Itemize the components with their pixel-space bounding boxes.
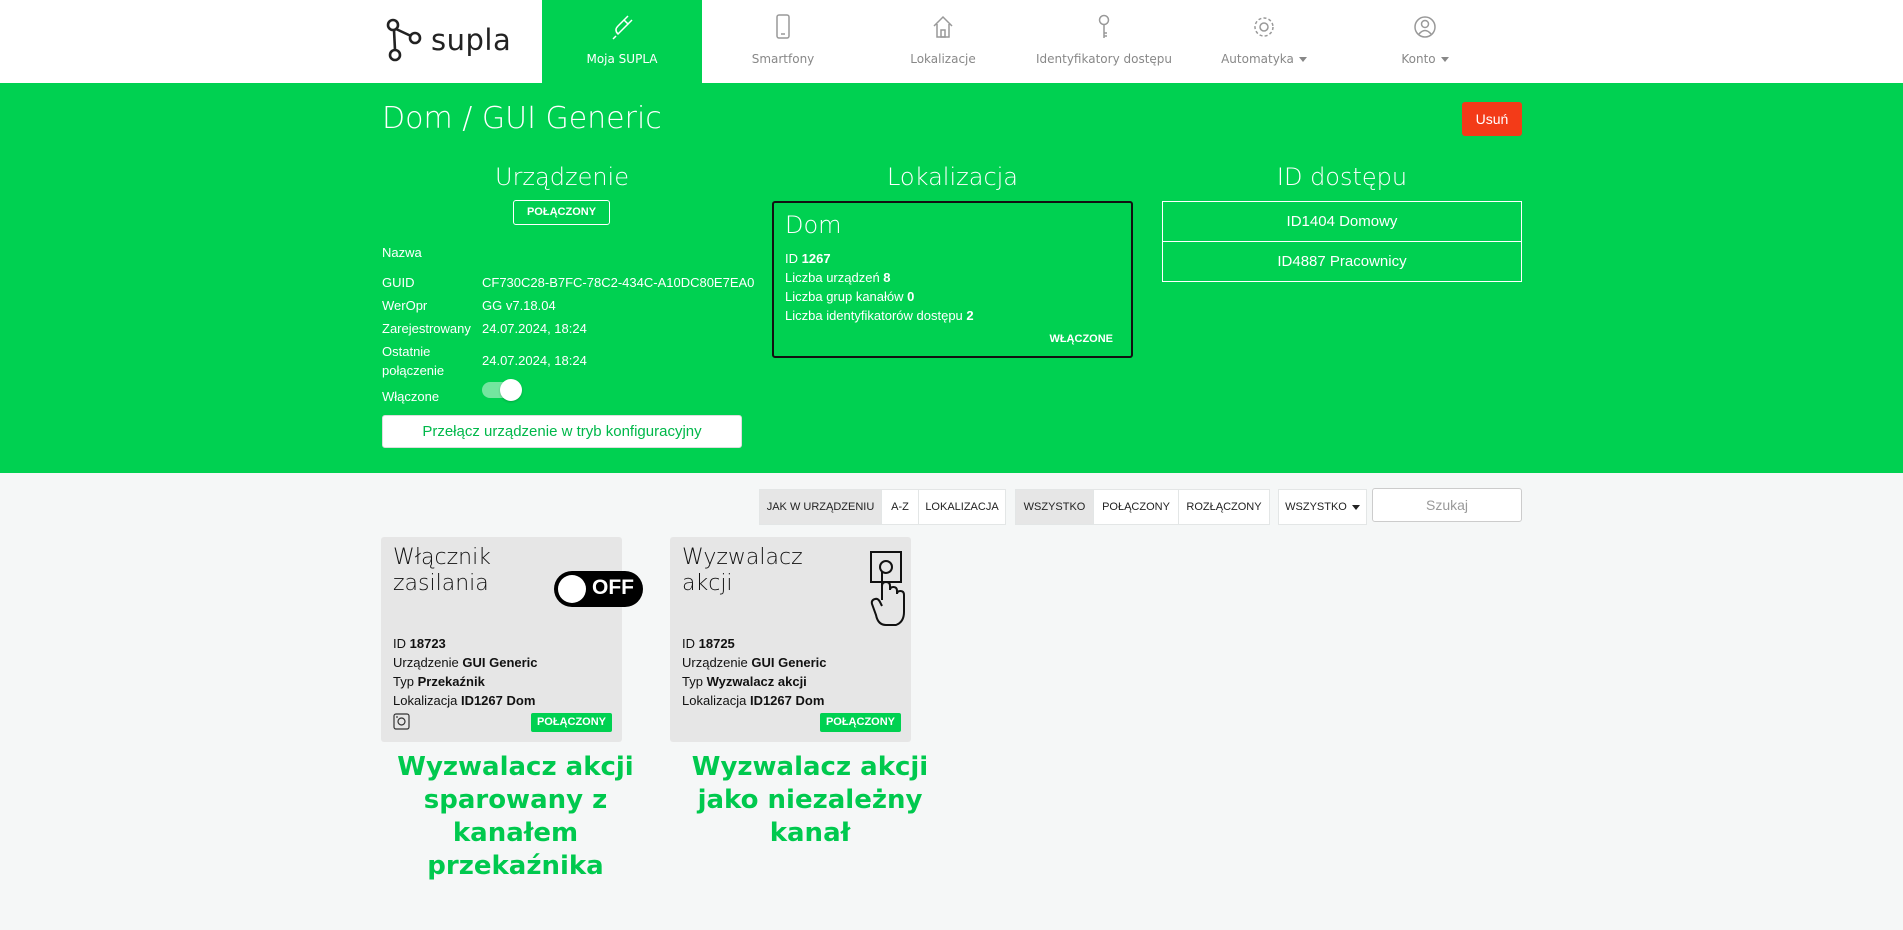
location-groups-line: Liczba grup kanałów 0 [785, 289, 915, 304]
delete-button[interactable]: Usuń [1462, 102, 1522, 136]
channel-card[interactable]: Wyzwalacz akcji ID 18725 Urządzenie GUI G… [670, 537, 911, 742]
toggle-knob [500, 379, 522, 401]
channel-card[interactable]: Włącznik zasilania OFF ID 18723 Urządzeni… [381, 537, 643, 742]
channel-location-line: Lokalizacja ID1267 Dom [682, 693, 825, 708]
sort-as-device[interactable]: JAK W URZĄDZENIU [759, 489, 882, 525]
type-dropdown[interactable]: WSZYSTKO [1278, 489, 1367, 525]
guid-value: CF730C28-B7FC-78C2-434C-A10DC80E7EA0 [482, 275, 755, 290]
nav-label: Identyfikatory dostępu [1035, 52, 1173, 66]
channel-status-badge: POŁĄCZONY [819, 713, 901, 732]
location-name: Dom [785, 211, 842, 239]
key-icon [1098, 14, 1110, 38]
location-heading: Lokalizacja [886, 163, 1019, 191]
sort-location[interactable]: LOKALIZACJA [918, 489, 1006, 525]
nav-label: Automatyka [1184, 52, 1344, 66]
last-connection-label-2: połączenie [382, 363, 445, 378]
caret-down-icon [1440, 57, 1449, 62]
nav-moja-supla[interactable]: Moja SUPLA [542, 0, 702, 83]
nav-identyfikatory[interactable]: Identyfikatory dostępu [1024, 0, 1184, 83]
location-aids-line: Liczba identyfikatorów dostępu 2 [785, 308, 974, 323]
access-id-heading: ID dostępu [1276, 163, 1408, 191]
name-label: Nazwa [382, 245, 422, 260]
caption-paired-trigger: Wyzwalacz akcji sparowany z kanałem prze… [397, 752, 634, 881]
search-input[interactable]: Szukaj [1372, 488, 1522, 522]
guid-label: GUID [382, 275, 415, 290]
smartphone-icon [776, 14, 790, 39]
filter-all[interactable]: WSZYSTKO [1015, 489, 1094, 525]
channel-device-line: Urządzenie GUI Generic [682, 655, 827, 670]
location-status: WŁĄCZONE [1049, 333, 1113, 345]
location-card[interactable]: Dom ID 1267 Liczba urządzeń 8 Liczba gru… [772, 201, 1133, 358]
caret-down-icon [1298, 57, 1307, 62]
firmware-value: GG v7.18.04 [482, 298, 556, 313]
access-id-item[interactable]: ID1404 Domowy [1162, 201, 1522, 242]
channel-device-line: Urządzenie GUI Generic [393, 655, 538, 670]
channel-location-line: Lokalizacja ID1267 Dom [393, 693, 536, 708]
page-title: Dom / GUI Generic [382, 101, 662, 136]
channel-status-badge: POŁĄCZONY [530, 713, 612, 732]
action-trigger-icon[interactable] [869, 550, 907, 628]
last-connection-label-1: Ostatnie [382, 344, 431, 359]
channel-id-line: ID 18723 [393, 636, 446, 651]
location-id-line: ID 1267 [785, 251, 831, 266]
channel-id-line: ID 18725 [682, 636, 735, 651]
supla-logo-icon [386, 18, 422, 62]
registered-label: Zarejestrowany [382, 321, 471, 336]
device-details-panel: Dom / GUI Generic Usuń Urządzenie POŁĄCZ… [0, 83, 1903, 473]
sort-a-z[interactable]: A-Z [881, 489, 919, 525]
config-mode-button[interactable]: Przełącz urządzenie w tryb konfiguracyjn… [382, 415, 742, 448]
device-heading: Urządzenie [495, 163, 629, 191]
channel-type-line: Typ Przekaźnik [393, 674, 485, 689]
access-id-item[interactable]: ID4887 Pracownicy [1162, 241, 1522, 282]
switch-state-text: OFF [592, 576, 634, 599]
power-switch-off-icon[interactable]: OFF [554, 571, 643, 607]
nav-label: Lokalizacje [910, 52, 976, 66]
enabled-toggle[interactable] [482, 379, 522, 401]
gear-icon [1254, 17, 1274, 37]
user-icon [1414, 16, 1436, 38]
channel-title: Włącznik zasilania [393, 545, 491, 596]
caption-independent-trigger: Wyzwalacz akcji jako niezależny kanał [691, 752, 929, 848]
linked-channel-icon [393, 713, 410, 730]
channel-type-line: Typ Wyzwalacz akcji [682, 674, 807, 689]
nav-label: Konto [1345, 52, 1505, 66]
filter-disconnected[interactable]: ROZŁĄCZONY [1178, 489, 1270, 525]
device-status-badge: POŁĄCZONY [513, 200, 610, 225]
registered-value: 24.07.2024, 18:24 [482, 321, 587, 336]
filter-connected[interactable]: POŁĄCZONY [1093, 489, 1179, 525]
home-icon [933, 15, 953, 38]
last-connection-value: 24.07.2024, 18:24 [482, 353, 587, 368]
enabled-label: Włączone [382, 389, 440, 404]
firmware-label: WerOpr [382, 298, 428, 313]
nav-smartfony[interactable]: Smartfony [703, 0, 863, 83]
supla-logo[interactable]: supla [385, 18, 511, 62]
plug-icon [612, 15, 633, 40]
caret-down-icon [1351, 504, 1360, 510]
location-devices-line: Liczba urządzeń 8 [785, 270, 891, 285]
top-navbar: supla Moja SUPLA Smartfony Lokalizacje I… [0, 0, 1903, 83]
nav-konto[interactable]: Konto [1345, 0, 1505, 83]
logo-text: supla [431, 23, 512, 57]
nav-lokalizacje[interactable]: Lokalizacje [863, 0, 1023, 83]
nav-label: Moja SUPLA [586, 52, 658, 66]
channel-title: Wyzwalacz akcji [682, 545, 803, 596]
nav-automatyka[interactable]: Automatyka [1184, 0, 1344, 83]
nav-label: Smartfony [751, 52, 815, 66]
